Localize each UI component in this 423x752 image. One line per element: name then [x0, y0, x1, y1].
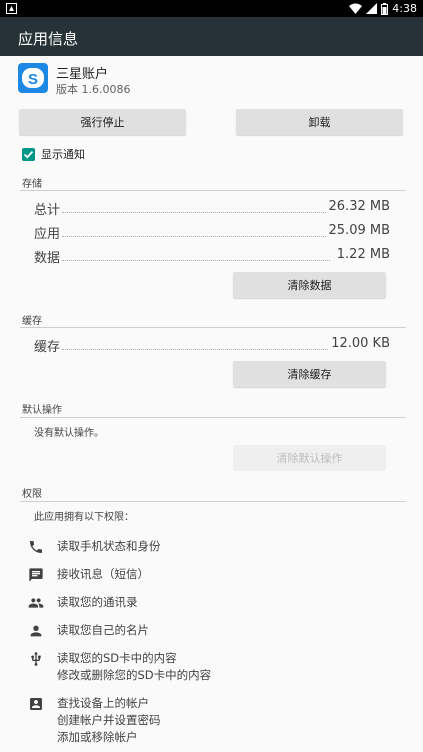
defaults-section-title: 默认操作 — [22, 405, 62, 416]
permission-text: 查找设备上的帐户 — [57, 696, 149, 710]
signal-icon — [366, 3, 378, 14]
app-version: 版本 1.6.0086 — [56, 83, 131, 96]
contacts-icon — [28, 598, 44, 608]
clear-data-button[interactable]: 清除数据 — [233, 272, 386, 298]
storage-label: 数据 — [34, 247, 63, 266]
clock: 4:38 — [392, 2, 417, 15]
storage-value: 26.32 MB — [326, 199, 390, 214]
cache-section-title: 缓存 — [22, 316, 42, 327]
leader-dots — [62, 260, 330, 261]
leader-dots — [62, 349, 330, 350]
storage-row-total: 总计 26.32 MB — [34, 197, 390, 218]
storage-section-title: 存储 — [22, 179, 42, 190]
permission-text: 读取您的通讯录 — [57, 595, 138, 609]
clear-cache-button[interactable]: 清除缓存 — [233, 361, 386, 387]
leader-dots — [62, 212, 330, 213]
storage-row-app: 应用 25.09 MB — [34, 221, 390, 242]
uninstall-button[interactable]: 卸载 — [236, 109, 403, 135]
status-bar: 4:38 — [0, 0, 423, 17]
svg-text:S: S — [28, 71, 38, 88]
show-notifications-toggle[interactable]: 显示通知 — [22, 146, 85, 162]
person-icon — [30, 625, 42, 637]
samsung-account-app-icon: S — [18, 63, 48, 93]
cache-label: 缓存 — [34, 336, 63, 355]
permission-text: 添加或移除帐户 — [57, 730, 138, 744]
checkbox-checked-icon[interactable] — [22, 147, 35, 161]
page-title: 应用信息 — [18, 30, 79, 48]
no-defaults-text: 没有默认操作。 — [34, 428, 104, 439]
permission-text: 读取您自己的名片 — [57, 623, 149, 637]
leader-dots — [62, 236, 330, 237]
usb-icon — [31, 651, 41, 666]
divider — [20, 327, 406, 328]
app-header: S 三星账户 版本 1.6.0086 — [18, 63, 408, 97]
permission-text: 读取您的SD卡中的内容 — [57, 651, 177, 665]
battery-icon — [381, 2, 389, 15]
divider — [20, 190, 406, 191]
force-stop-button[interactable]: 强行停止 — [19, 109, 186, 135]
show-notifications-label: 显示通知 — [41, 148, 85, 161]
message-icon — [29, 568, 43, 582]
account-box-icon — [30, 698, 42, 710]
storage-row-data: 数据 1.22 MB — [34, 245, 390, 266]
notification-icon — [6, 3, 17, 14]
storage-value: 1.22 MB — [334, 247, 390, 262]
app-name: 三星账户 — [56, 67, 109, 82]
divider — [20, 417, 406, 418]
app-bar: 应用信息 — [0, 17, 423, 56]
storage-label: 应用 — [34, 223, 63, 242]
phone-icon — [30, 541, 42, 553]
permissions-section-title: 权限 — [22, 489, 42, 500]
permission-text: 读取手机状态和身份 — [57, 539, 161, 553]
divider — [20, 501, 406, 502]
clear-defaults-button[interactable]: 清除默认操作 — [233, 445, 386, 471]
storage-value: 25.09 MB — [326, 223, 390, 238]
cache-value: 12.00 KB — [329, 336, 390, 351]
wifi-icon — [349, 3, 363, 14]
permission-text: 创建帐户并设置密码 — [57, 713, 161, 727]
permission-text: 接收讯息（短信） — [57, 567, 149, 581]
cache-row: 缓存 12.00 KB — [34, 334, 390, 355]
permission-text: 修改或删除您的SD卡中的内容 — [57, 668, 212, 682]
storage-label: 总计 — [34, 199, 63, 218]
permissions-intro: 此应用拥有以下权限： — [34, 512, 134, 523]
